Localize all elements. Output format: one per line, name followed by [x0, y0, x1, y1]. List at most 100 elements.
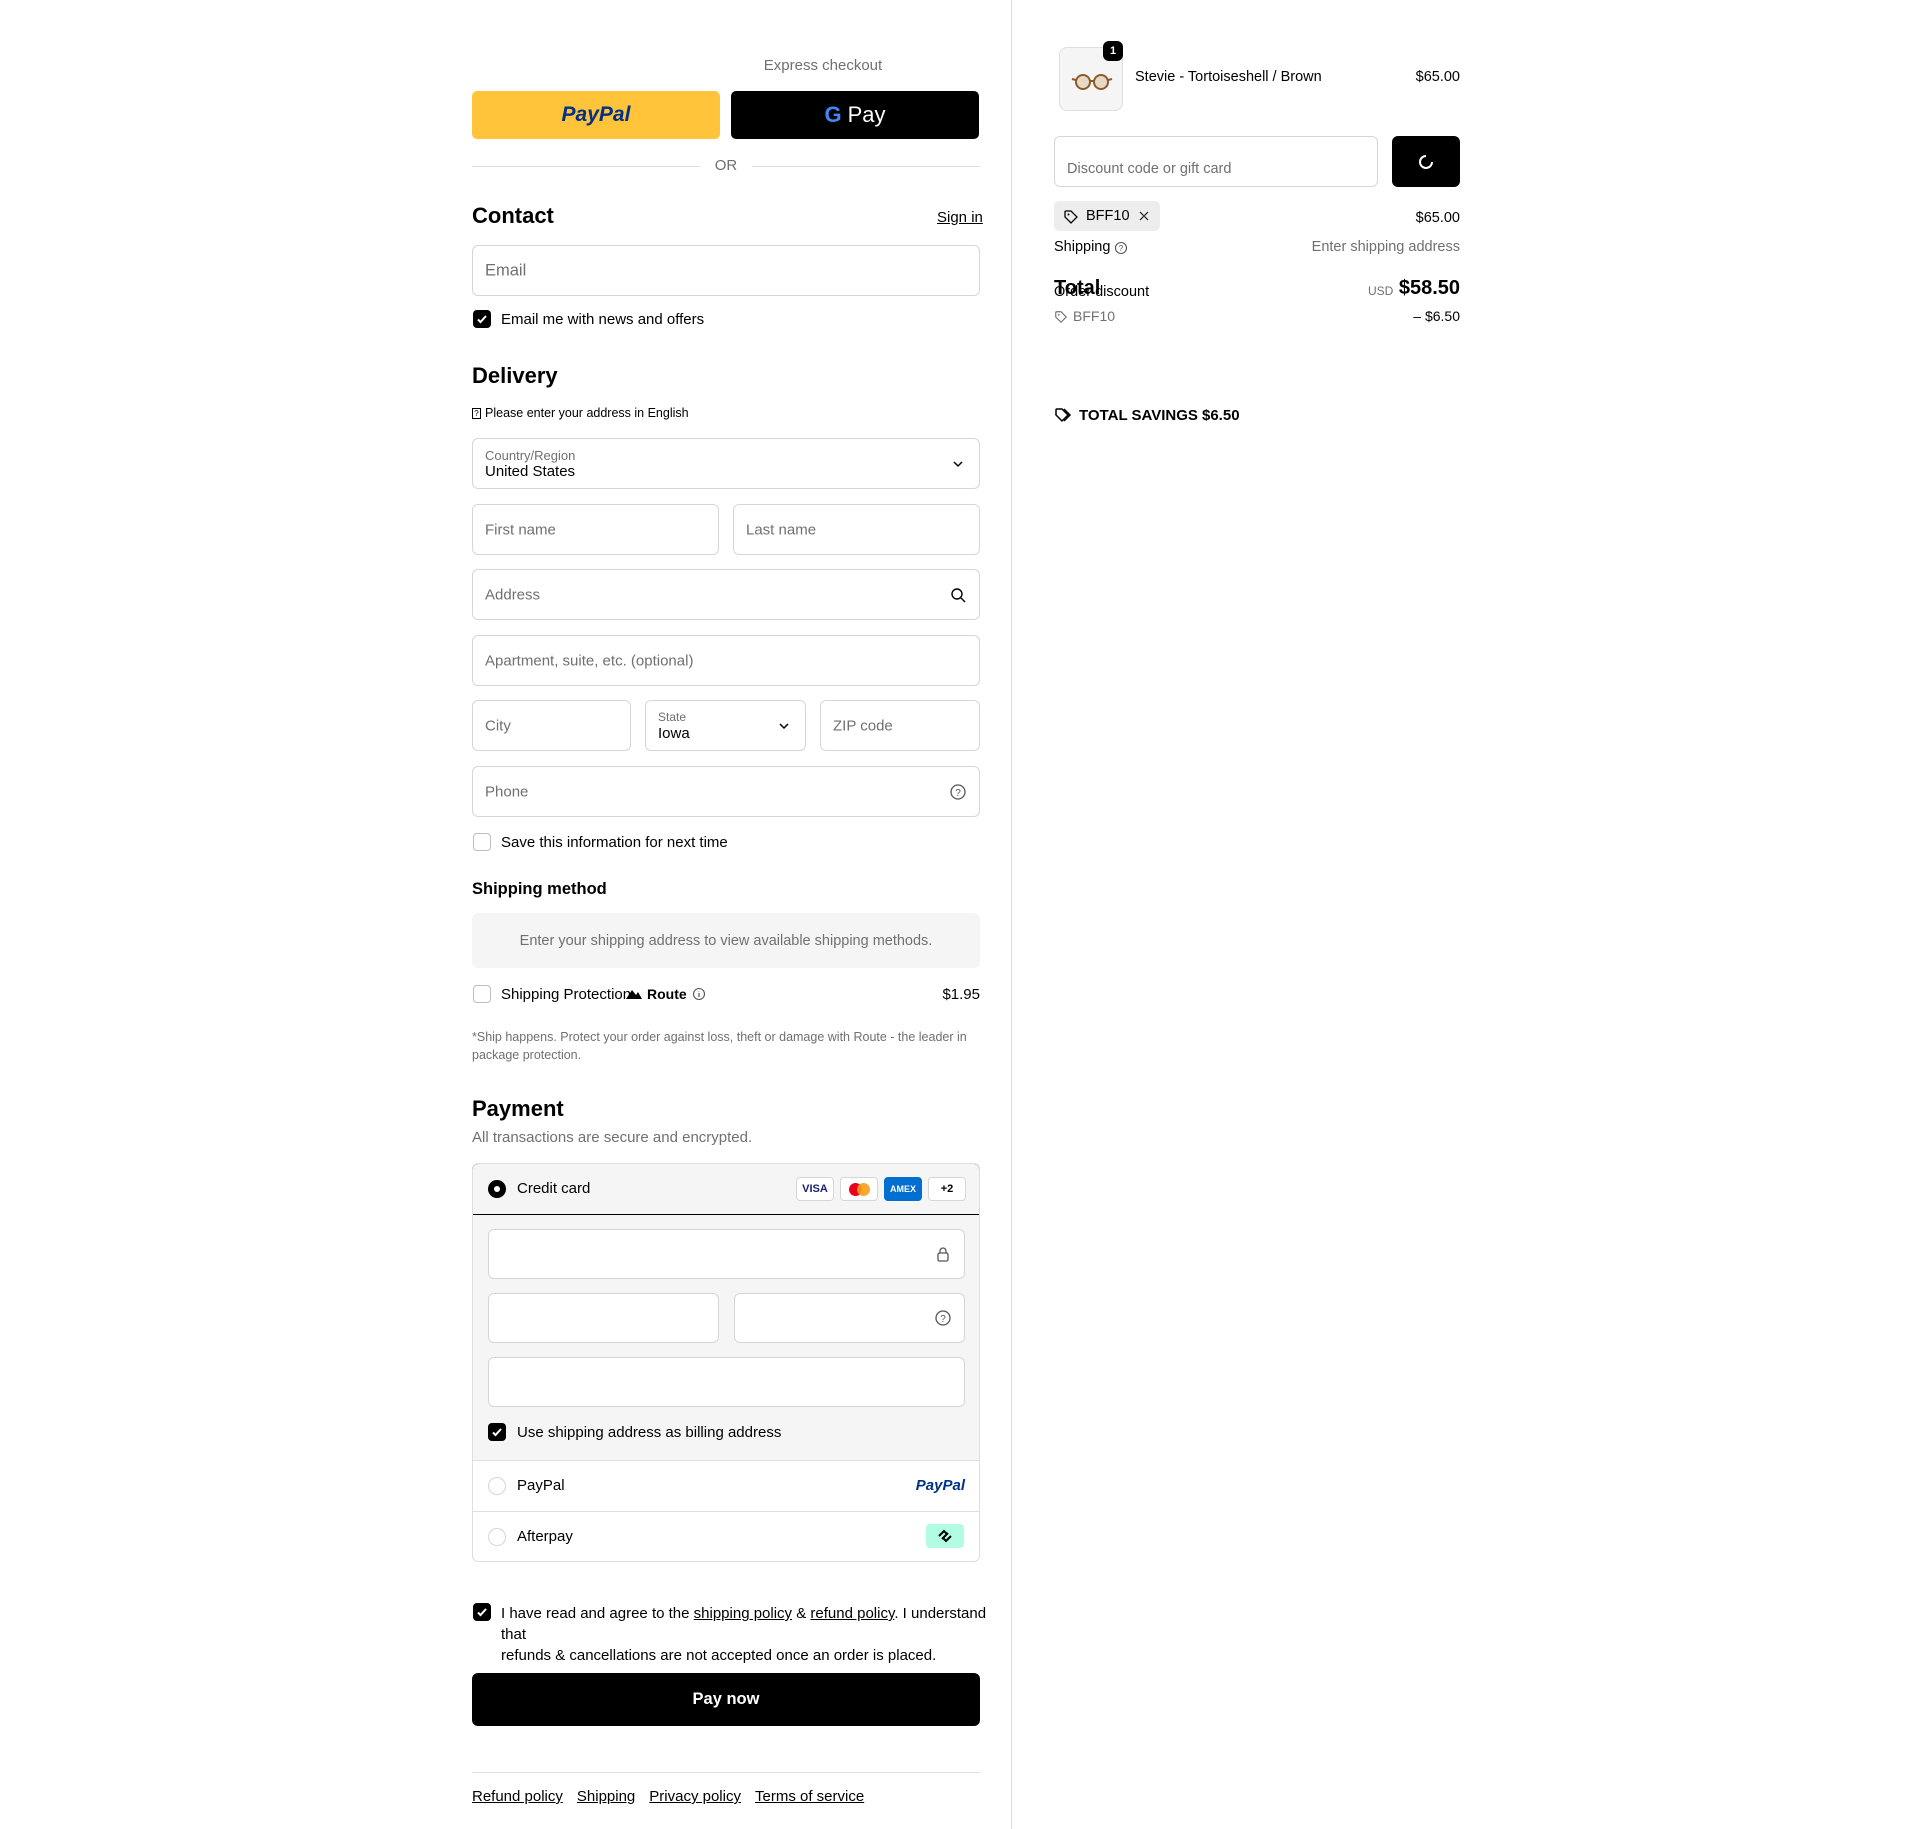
card-name-field[interactable]: [488, 1357, 965, 1407]
delivery-note: Please enter your address in English: [485, 406, 689, 420]
shipping-methods-placeholder: Enter your shipping address to view avai…: [472, 913, 980, 968]
card-number-field[interactable]: [488, 1229, 965, 1279]
apartment-field[interactable]: Apartment, suite, etc. (optional): [472, 635, 980, 686]
city-placeholder: City: [485, 717, 511, 734]
last-name-field[interactable]: Last name: [733, 504, 980, 555]
refund-policy-link[interactable]: refund policy: [810, 1605, 894, 1622]
agreement-text: I have read and agree to the shipping po…: [501, 1603, 991, 1666]
discount-placeholder: Discount code or gift card: [1067, 161, 1232, 177]
help-icon[interactable]: ?: [1114, 241, 1128, 255]
discount-value: – $6.50: [1413, 308, 1460, 324]
svg-text:?: ?: [1119, 244, 1124, 253]
state-value: Iowa: [658, 725, 690, 742]
check-icon: [492, 1428, 502, 1437]
first-name-field[interactable]: First name: [472, 504, 719, 555]
payment-heading: Payment: [472, 1096, 564, 1121]
paypal-express-button[interactable]: PayPal: [472, 91, 720, 139]
shipping-policy-link[interactable]: shipping policy: [694, 1605, 792, 1622]
afterpay-option-label: Afterpay: [517, 1528, 573, 1545]
discount-code-label: BFF10: [1073, 308, 1116, 324]
credit-card-option[interactable]: Credit card VISA AMEX +2: [473, 1164, 979, 1215]
gpay-label: Pay: [847, 102, 886, 127]
discount-code-field[interactable]: Discount code or gift card: [1054, 136, 1378, 187]
applied-code-chip: BFF10: [1054, 201, 1160, 231]
visa-icon: VISA: [796, 1177, 834, 1201]
shipping-protection-label: Shipping Protection: [501, 986, 632, 1003]
paypal-option-label: PayPal: [517, 1477, 565, 1494]
total-savings-value: $6.50: [1202, 407, 1240, 424]
shipping-methods-text: Enter your shipping address to view avai…: [519, 932, 933, 949]
afterpay-logo-icon: [926, 1524, 964, 1548]
column-divider: [1011, 0, 1012, 1829]
info-icon: ?: [472, 408, 481, 419]
search-icon: [951, 587, 966, 602]
footer-divider: [472, 1772, 980, 1773]
state-select[interactable]: State Iowa: [645, 700, 806, 751]
footer-links: Refund policy Shipping Privacy policy Te…: [472, 1788, 864, 1805]
shipping-protection-note: *Ship happens. Protect your order agains…: [472, 1030, 967, 1062]
country-select[interactable]: Country/Region United States: [472, 438, 980, 489]
footer-privacy-policy[interactable]: Privacy policy: [649, 1788, 741, 1805]
paypal-radio[interactable]: [488, 1477, 506, 1495]
tags-icon: [1055, 408, 1072, 423]
pay-now-label: Pay now: [692, 1690, 760, 1708]
phone-placeholder: Phone: [485, 783, 529, 800]
phone-field[interactable]: Phone ?: [472, 766, 980, 817]
zip-placeholder: ZIP code: [833, 717, 893, 734]
credit-card-radio[interactable]: [488, 1180, 506, 1198]
amex-icon: AMEX: [884, 1177, 922, 1201]
country-label: Country/Region: [485, 448, 576, 463]
city-field[interactable]: City: [472, 700, 631, 751]
agreement-text-before: I have read and agree to the: [501, 1605, 694, 1622]
help-icon[interactable]: ?: [949, 783, 967, 801]
subtotal-value: $65.00: [1415, 210, 1460, 226]
payment-methods-box: Credit card VISA AMEX +2 ? Use shipping …: [472, 1163, 980, 1562]
zip-field[interactable]: ZIP code: [820, 700, 980, 751]
item-name: Stevie - Tortoiseshell / Brown: [1135, 69, 1322, 85]
paypal-option[interactable]: PayPal PayPal: [473, 1460, 979, 1511]
address-field[interactable]: Address: [472, 569, 980, 620]
close-icon[interactable]: [1138, 210, 1150, 222]
footer-terms-of-service[interactable]: Terms of service: [755, 1788, 864, 1805]
news-checkbox[interactable]: [473, 310, 491, 328]
billing-checkbox[interactable]: [488, 1423, 506, 1441]
pay-now-button[interactable]: Pay now: [472, 1673, 980, 1726]
afterpay-radio[interactable]: [488, 1528, 506, 1546]
save-info-checkbox[interactable]: [473, 833, 491, 851]
mastercard-icon: [840, 1177, 878, 1201]
footer-refund-policy[interactable]: Refund policy: [472, 1788, 563, 1805]
route-label: Route: [647, 986, 687, 1002]
or-divider-right: [752, 166, 980, 167]
shipping-protection-price: $1.95: [942, 986, 980, 1003]
afterpay-option[interactable]: Afterpay: [473, 1511, 979, 1561]
tag-icon: [1064, 210, 1078, 224]
total-savings-label: TOTAL SAVINGS: [1079, 407, 1198, 424]
chevron-down-icon: [779, 722, 789, 729]
sign-in-link[interactable]: Sign in: [937, 209, 983, 226]
apartment-placeholder: Apartment, suite, etc. (optional): [485, 652, 694, 669]
item-price: $65.00: [1415, 69, 1460, 85]
tag-icon: [1055, 311, 1068, 324]
agreement-checkbox[interactable]: [473, 1603, 491, 1621]
agreement-line2: refunds & cancellations are not accepted…: [501, 1647, 937, 1664]
loading-spinner-icon: [1419, 155, 1433, 169]
save-info-label: Save this information for next time: [501, 834, 728, 851]
lock-icon: [937, 1247, 949, 1262]
gpay-express-button[interactable]: G Pay: [731, 91, 979, 139]
svg-text:?: ?: [940, 1314, 946, 1325]
credit-card-form: ? Use shipping address as billing addres…: [473, 1215, 979, 1460]
contact-heading: Contact: [472, 203, 554, 228]
help-icon[interactable]: ?: [934, 1309, 952, 1327]
card-expiry-field[interactable]: [488, 1293, 719, 1343]
address-placeholder: Address: [485, 586, 541, 603]
shipping-protection-checkbox[interactable]: [473, 985, 491, 1003]
apply-discount-button[interactable]: [1392, 136, 1460, 187]
total-label: Total: [1054, 277, 1101, 299]
info-circle-icon[interactable]: [692, 987, 706, 1001]
check-icon: [477, 315, 487, 324]
footer-shipping[interactable]: Shipping: [577, 1788, 635, 1805]
express-checkout-title: Express checkout: [763, 57, 883, 74]
news-label: Email me with news and offers: [501, 311, 705, 328]
email-field[interactable]: Email: [472, 245, 980, 296]
card-cvv-field[interactable]: ?: [734, 1293, 965, 1343]
